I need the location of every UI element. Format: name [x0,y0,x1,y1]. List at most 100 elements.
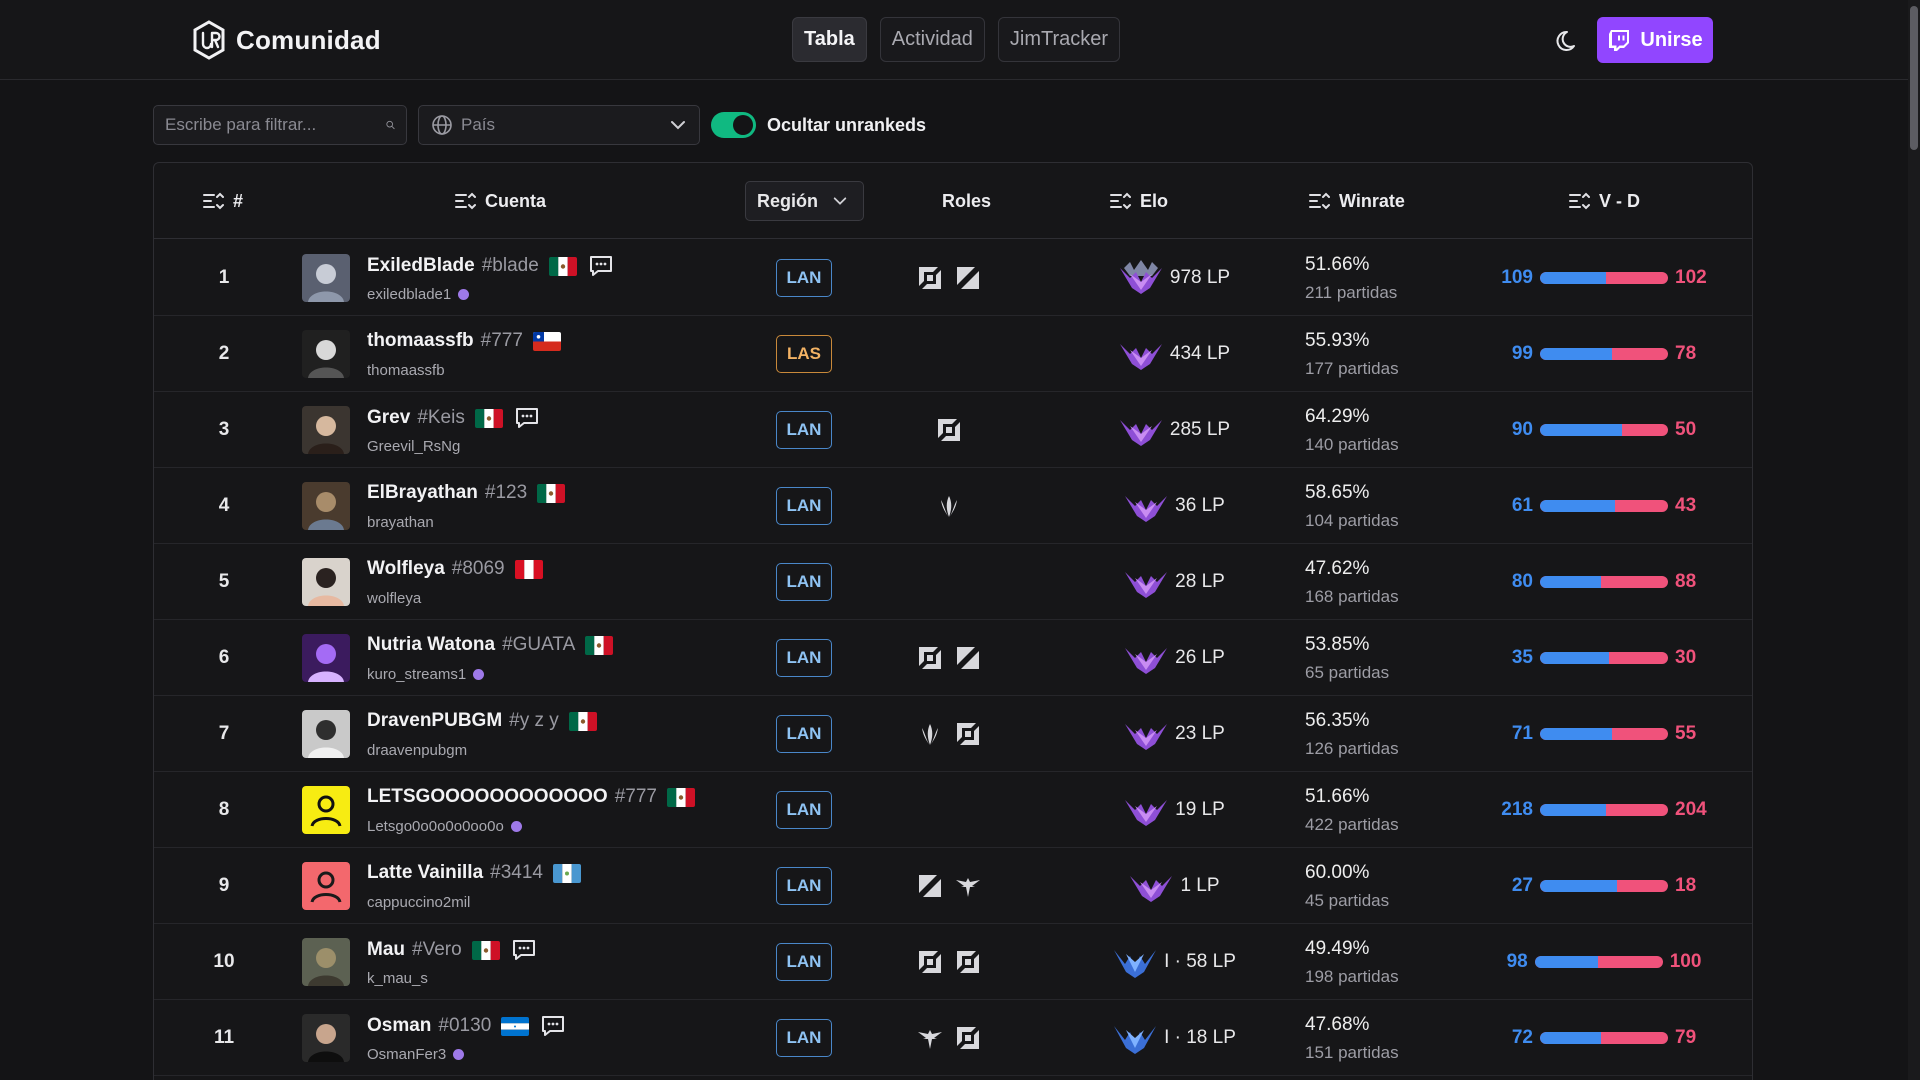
region-badge: LAN [776,1019,832,1057]
winrate-percent: 51.66% [1305,786,1370,807]
twitch-handle[interactable]: k_mau_s [367,970,428,987]
tab-tabla[interactable]: Tabla [792,17,867,62]
twitch-handle[interactable]: Letsgo0o0o0o0oo0o [367,818,504,835]
avatar[interactable] [302,330,350,378]
games-played: 422 partidas [1305,815,1399,834]
rank-number: 7 [218,723,230,744]
player-name[interactable]: Osman [367,1015,431,1037]
avatar[interactable] [302,254,350,302]
leaderboard-table: # Cuenta Región Roles Elo Winrate V - D … [153,162,1753,1080]
brand[interactable]: Comunidad [192,20,381,60]
player-name[interactable]: Grev [367,407,410,429]
avatar[interactable] [302,786,350,834]
chevron-down-icon [671,121,685,130]
account-name-line: Grev #Keis [367,406,540,430]
tab-jimtracker[interactable]: JimTracker [997,17,1121,62]
wins-count: 99 [1511,343,1533,364]
moon-icon[interactable] [1554,26,1584,56]
country-select[interactable]: País [418,105,700,145]
winrate-percent: 51.66% [1305,254,1370,275]
wins-count: 27 [1511,875,1533,896]
player-name[interactable]: ExiledBlade [367,255,475,277]
avatar[interactable] [302,938,350,986]
col-elo-header[interactable]: Elo [1109,163,1168,239]
table-row[interactable]: 11 Osman #0130 OsmanFer3 LAN I · 18 LP 47.68% 1… [154,1000,1752,1076]
table-row[interactable]: 1 ExiledBlade #blade exiledblade1 LAN 978 LP 5… [154,240,1752,316]
account-name-line: Osman #0130 [367,1014,566,1038]
avatar[interactable] [302,558,350,606]
join-button[interactable]: Unirse [1597,17,1713,63]
player-name[interactable]: DravenPUBGM [367,710,502,732]
avatar[interactable] [302,406,350,454]
region-filter-select[interactable]: Región [745,181,864,221]
avatar[interactable] [302,634,350,682]
chat-icon[interactable] [511,938,537,962]
win-fill [1540,348,1612,360]
table-row[interactable]: 5 Wolfleya #8069 wolfleya LAN 28 LP 47.62% 168 … [154,544,1752,620]
globe-icon [432,115,452,135]
search-input[interactable] [165,115,386,135]
twitch-handle[interactable]: draavenpubgm [367,742,467,759]
losses-count: 30 [1675,647,1697,668]
avatar[interactable] [302,862,350,910]
table-row[interactable]: 3 Grev #Keis Greevil_RsNg LAN 285 LP 64.29% 140… [154,392,1752,468]
player-tag: #blade [481,255,539,276]
twitch-handle[interactable]: thomaassfb [367,362,445,379]
twitch-handle[interactable]: kuro_streams1 [367,666,466,683]
col-account-header[interactable]: Cuenta [454,163,546,239]
rank-number: 2 [218,343,230,364]
table-row[interactable]: 8 LETSGOOOOOOOOOOOO #777 Letsgo0o0o0o0oo0o L… [154,772,1752,848]
winrate-cell: 58.65% 104 partidas [1305,482,1399,531]
hide-unranked-toggle[interactable]: Ocultar unrankeds [711,112,926,138]
twitch-icon [1609,30,1630,51]
col-vd-header[interactable]: V - D [1568,163,1640,239]
twitch-handle[interactable]: cappuccino2mil [367,894,470,911]
tab-actividad[interactable]: Actividad [879,17,985,62]
twitch-handle[interactable]: brayathan [367,514,434,531]
table-row[interactable]: 4 ElBrayathan #123 brayathan LAN 36 LP 58.65% 1… [154,468,1752,544]
account-name-line: ExiledBlade #blade [367,254,614,278]
twitch-handle[interactable]: Greevil_RsNg [367,438,460,455]
twitch-handle-line: wolfleya [367,590,421,607]
player-name[interactable]: LETSGOOOOOOOOOOOO [367,786,608,808]
search-box[interactable] [153,105,407,145]
player-name[interactable]: thomaassfb [367,330,474,352]
table-row[interactable]: 10 Mau #Vero k_mau_s LAN I · 58 LP 49.49% 198 p… [154,924,1752,1000]
chat-icon[interactable] [514,406,540,430]
top-icon [919,951,941,973]
avatar[interactable] [302,1014,350,1062]
table-row[interactable]: 7 DravenPUBGM #y z y draavenpubgm LAN 23 LP 56… [154,696,1752,772]
live-dot-icon [473,669,485,680]
player-name[interactable]: ElBrayathan [367,482,478,504]
win-loss-cell: 35 30 [1474,620,1734,696]
twitch-handle[interactable]: OsmanFer3 [367,1046,446,1063]
twitch-handle[interactable]: exiledblade1 [367,286,451,303]
chat-icon[interactable] [540,1014,566,1038]
chat-icon[interactable] [588,254,614,278]
region-badge: LAN [776,715,832,753]
search-icon[interactable] [386,114,395,136]
scroll-thumb[interactable] [1910,6,1918,150]
player-name[interactable]: Wolfleya [367,558,445,580]
page-scrollbar[interactable] [1908,0,1920,1080]
country-placeholder: País [461,115,496,134]
region-badge: LAN [776,639,832,677]
twitch-handle[interactable]: wolfleya [367,590,421,607]
losses-count: 88 [1675,571,1697,592]
win-loss-cell: 27 18 [1474,848,1734,924]
wins-count: 218 [1501,799,1533,820]
twitch-handle-line: exiledblade1 [367,286,470,303]
col-winrate-header[interactable]: Winrate [1308,163,1405,239]
player-name[interactable]: Latte Vainilla [367,862,483,884]
flag-mx-icon [568,711,597,731]
toggle-switch[interactable] [711,112,756,138]
table-row[interactable]: 9 Latte Vainilla #3414 cappuccino2mil LAN 1 L… [154,848,1752,924]
col-rank-header[interactable]: # [202,163,243,239]
games-played: 65 partidas [1305,663,1390,682]
player-name[interactable]: Nutria Watona [367,634,495,656]
avatar[interactable] [302,482,350,530]
table-row[interactable]: 2 thomaassfb #777 thomaassfb LAS 434 LP 55.93%… [154,316,1752,392]
avatar[interactable] [302,710,350,758]
table-row[interactable]: 6 Nutria Watona #GUATA kuro_streams1 LAN 26 L… [154,620,1752,696]
player-name[interactable]: Mau [367,939,405,961]
